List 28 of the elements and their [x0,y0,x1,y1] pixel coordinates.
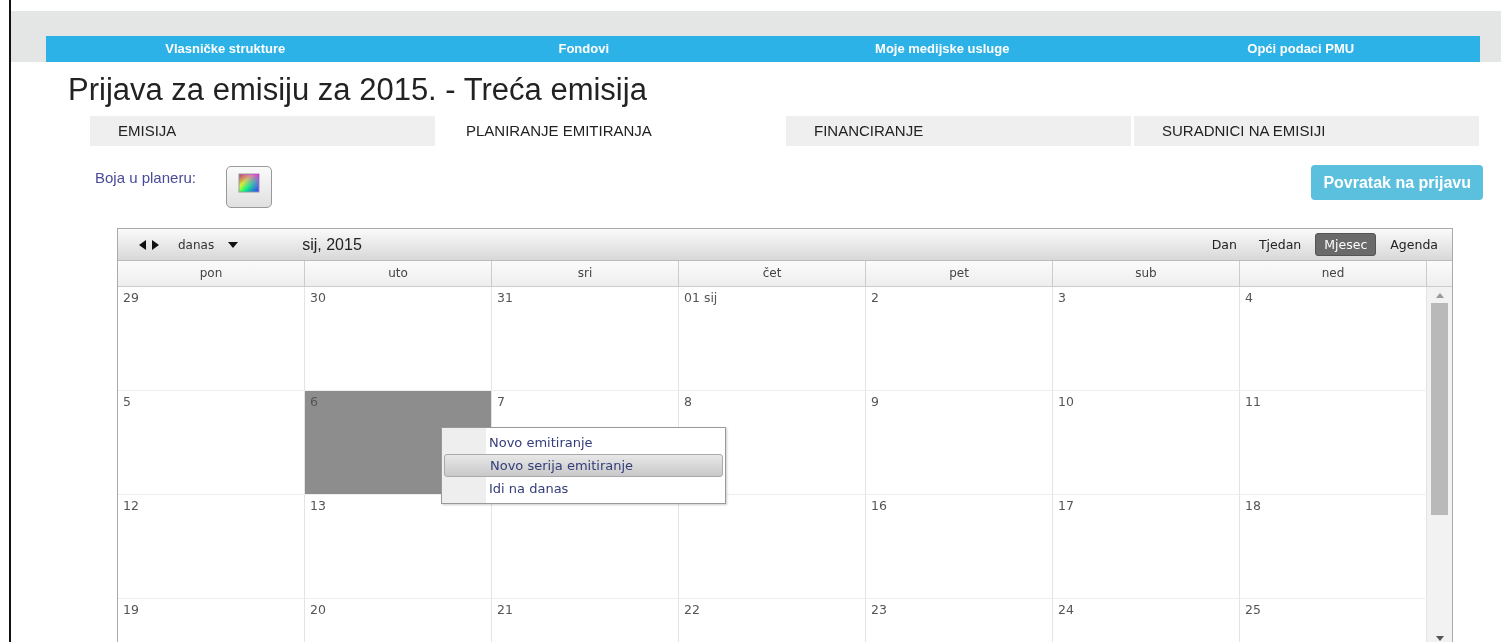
weekday-header: čet [679,261,866,286]
color-spectrum-icon [237,173,260,193]
tab[interactable]: SURADNICI NA EMISIJI [1134,116,1479,146]
view-button[interactable]: Mjesec [1315,233,1377,256]
scroll-down-icon[interactable] [1435,636,1444,641]
view-button[interactable]: Agenda [1382,234,1446,255]
today-dropdown[interactable]: danas [178,237,215,252]
color-label: Boja u planeru: [95,169,196,186]
weekday-header: pon [118,261,305,286]
tab[interactable]: FINANCIRANJE [786,116,1131,146]
scrollbar[interactable] [1427,287,1452,642]
weekday-header: ned [1240,261,1427,286]
tab[interactable]: EMISIJA [90,116,435,146]
caret-icon[interactable] [228,241,239,248]
page-title: Prijava za emisiju za 2015. - Treća emisija [68,72,648,108]
next-arrow-icon[interactable] [151,238,160,251]
view-button[interactable]: Dan [1203,234,1245,255]
weekday-header: uto [305,261,492,286]
view-button[interactable]: Tjedan [1250,234,1310,255]
weekday-header: pet [866,261,1053,286]
calendar-period: sij, 2015 [302,235,362,254]
scrollbar-thumb[interactable] [1431,303,1448,515]
weekday-header: sri [492,261,679,286]
menu-item[interactable]: Novo serija emitiranje [444,454,723,477]
color-picker-button[interactable] [225,166,272,208]
prev-arrow-icon[interactable] [138,238,147,251]
scroll-up-icon[interactable] [1435,293,1444,298]
weekday-header: sub [1053,261,1240,286]
